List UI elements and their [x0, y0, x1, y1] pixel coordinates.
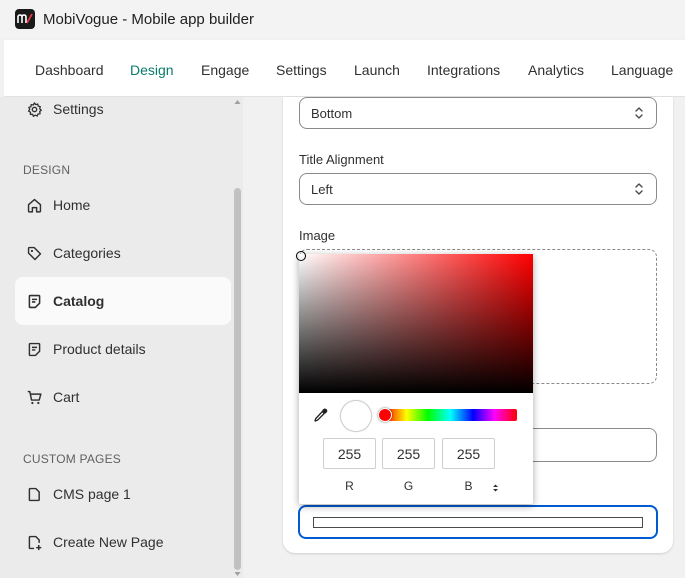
saturation-value-area[interactable]: [296, 251, 533, 393]
sidebar-item-catalog[interactable]: Catalog: [15, 277, 231, 325]
tab-design[interactable]: Design: [130, 62, 174, 78]
sidebar-item-label: CMS page 1: [53, 486, 131, 502]
title-alignment-label: Title Alignment: [299, 152, 384, 167]
color-mode-toggle-icon[interactable]: [492, 480, 499, 498]
gear-icon: [25, 100, 43, 118]
sidebar-item-label: Cart: [53, 389, 80, 405]
sidebar-item-categories[interactable]: Categories: [15, 229, 231, 277]
sidebar-item-label: Catalog: [53, 293, 105, 309]
red-label: R: [345, 479, 354, 493]
section-heading-custom-pages: CUSTOM PAGES: [23, 452, 121, 466]
green-label: G: [403, 479, 414, 493]
sidebar-item-cms-page-1[interactable]: CMS page 1: [15, 470, 231, 518]
hue-slider-handle[interactable]: [378, 408, 392, 422]
scroll-down-arrow-icon[interactable]: [234, 571, 241, 577]
tab-language[interactable]: Language: [611, 62, 673, 78]
select-chevron-icon: [635, 183, 643, 195]
sidebar-item-label: Product details: [53, 341, 146, 357]
select-chevron-icon: [635, 107, 643, 119]
sidebar-item-label: Categories: [53, 245, 121, 261]
tab-engage[interactable]: Engage: [201, 62, 249, 78]
color-preview: [340, 400, 372, 432]
red-input[interactable]: 255: [323, 438, 376, 469]
app-logo-mark: [17, 13, 33, 24]
app-title: MobiVogue - Mobile app builder: [43, 10, 254, 28]
tab-dashboard[interactable]: Dashboard: [35, 62, 104, 78]
green-input[interactable]: 255: [382, 438, 435, 469]
tab-launch[interactable]: Launch: [354, 62, 400, 78]
app-logo: [15, 9, 35, 29]
catalog-icon: [25, 292, 43, 310]
tab-integrations[interactable]: Integrations: [427, 62, 500, 78]
color-swatch: [313, 517, 643, 528]
color-picker-popover: 255 255 255 R G B: [296, 251, 533, 504]
sidebar-item-product-details[interactable]: Product details: [15, 325, 231, 373]
blue-input[interactable]: 255: [442, 438, 495, 469]
eyedropper-icon[interactable]: [313, 407, 329, 428]
sidebar-item-label: Home: [53, 197, 91, 213]
tab-settings[interactable]: Settings: [276, 62, 327, 78]
sidebar-scroll-thumb[interactable]: [234, 188, 241, 570]
hue-slider[interactable]: [378, 408, 517, 422]
sidebar-item-label: Settings: [53, 101, 104, 117]
position-select[interactable]: Bottom: [299, 97, 657, 129]
add-page-icon: [25, 533, 43, 551]
sidebar-item-settings[interactable]: Settings: [15, 85, 231, 133]
image-label: Image: [299, 228, 336, 243]
saturation-handle[interactable]: [296, 251, 306, 261]
page-icon: [25, 485, 43, 503]
sidebar-item-cart[interactable]: Cart: [15, 373, 231, 421]
title-bar: MobiVogue - Mobile app builder: [0, 0, 685, 38]
tab-analytics[interactable]: Analytics: [528, 62, 584, 78]
sidebar-item-label: Create New Page: [53, 534, 164, 550]
blue-label: B: [464, 479, 473, 493]
section-heading-design: DESIGN: [23, 163, 71, 177]
catalog-icon: [25, 340, 43, 358]
position-select-value: Bottom: [311, 105, 353, 121]
sidebar-item-create-new-page[interactable]: Create New Page: [15, 518, 231, 566]
title-alignment-value: Left: [311, 181, 333, 197]
color-input[interactable]: [298, 505, 658, 539]
scroll-up-arrow-icon[interactable]: [234, 99, 241, 105]
cart-icon: [25, 388, 43, 406]
home-icon: [25, 196, 43, 214]
title-alignment-select[interactable]: Left: [299, 173, 657, 205]
text-input[interactable]: [512, 428, 657, 462]
tag-icon: [25, 244, 43, 262]
sidebar-item-home[interactable]: Home: [15, 181, 231, 229]
